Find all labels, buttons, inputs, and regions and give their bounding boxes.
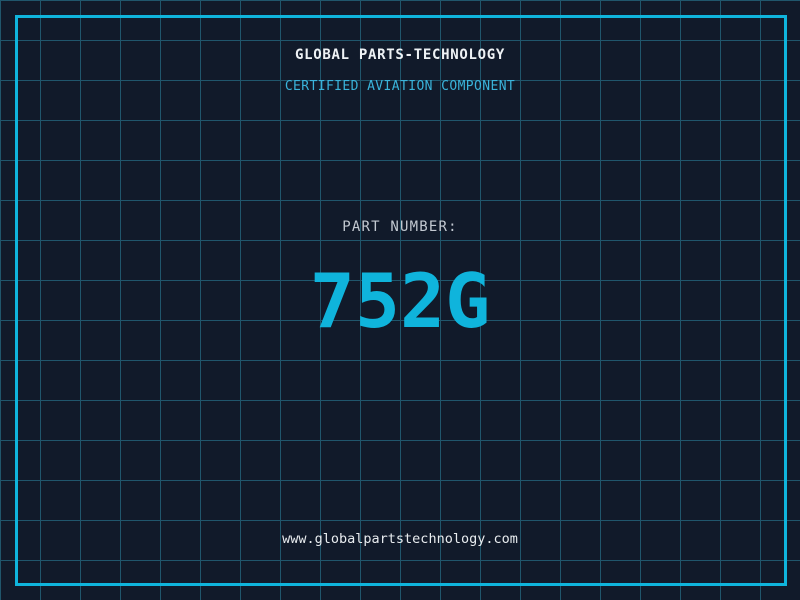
part-certificate-label: GLOBAL PARTS-TECHNOLOGY CERTIFIED AVIATI… — [0, 0, 800, 600]
company-title: GLOBAL PARTS-TECHNOLOGY — [295, 47, 505, 63]
part-number-label: PART NUMBER: — [342, 219, 458, 235]
website-url: www.globalpartstechnology.com — [282, 531, 518, 547]
certification-subtitle: CERTIFIED AVIATION COMPONENT — [284, 79, 516, 94]
part-number-value: 752G — [309, 257, 491, 345]
